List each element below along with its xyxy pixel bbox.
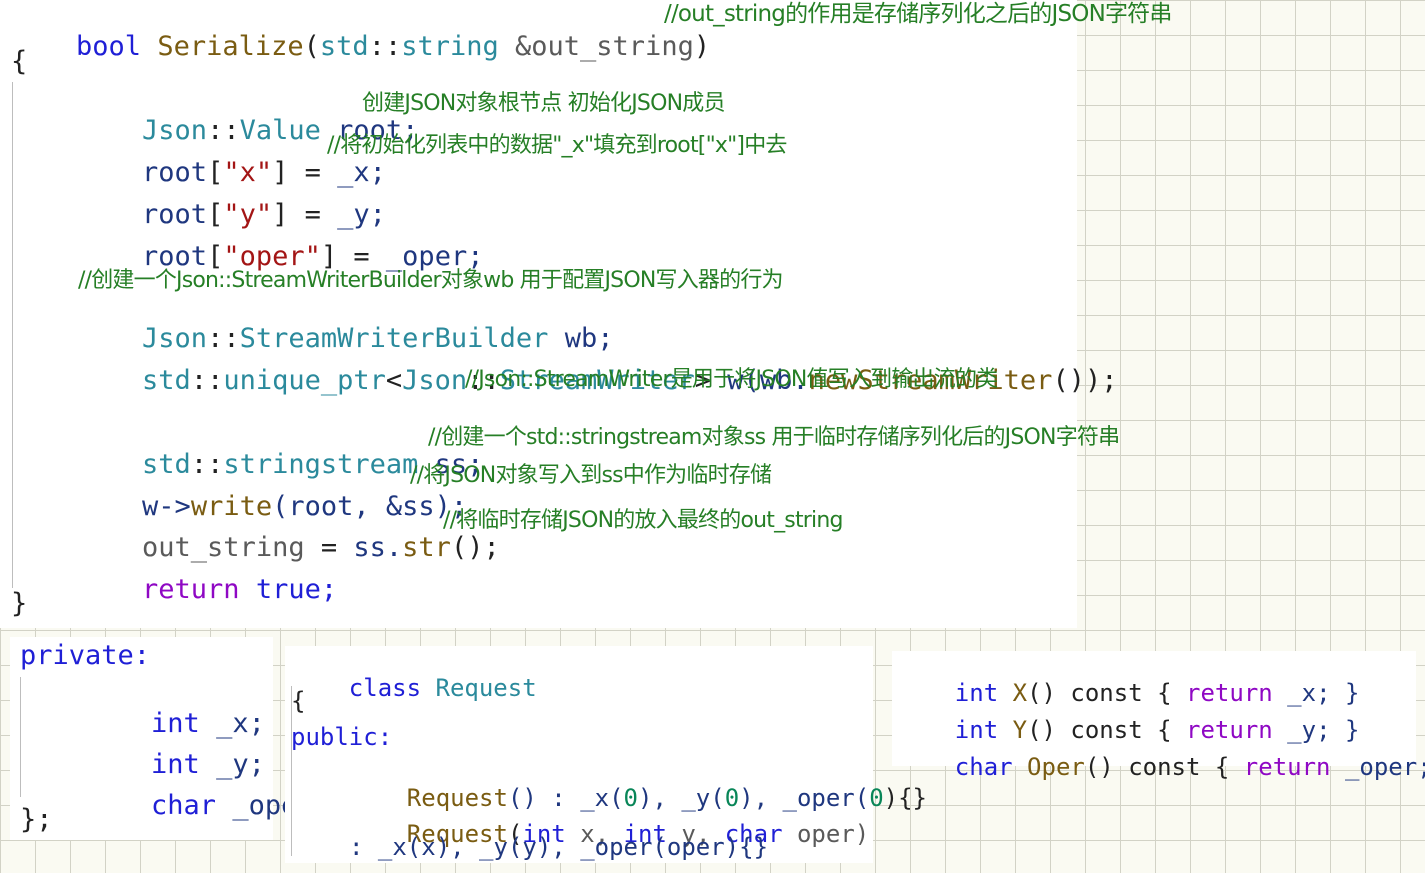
namespace: Json <box>402 365 468 396</box>
indent-guide <box>12 82 13 588</box>
open-brace: { <box>11 46 28 77</box>
number: 0 <box>869 784 884 812</box>
paren: ) <box>693 31 711 62</box>
method-name: str <box>402 532 451 563</box>
object: ss. <box>353 532 403 563</box>
keyword: class <box>348 674 422 702</box>
return-type: bool <box>76 31 142 62</box>
init-list: : _x(x), _y(y), _oper(oper){} <box>349 833 769 861</box>
signature-comment: //out_string的作用是存储序列化之后的JSON字符串 <box>664 1 1172 27</box>
type-keyword: char <box>954 753 1013 781</box>
stringstream-comment: //创建一个std::stringstream对象ss 用于临时存储序列化后的J… <box>428 425 1120 450</box>
serialize-code-panel: bool Serialize(std::string &out_string) … <box>0 0 1172 630</box>
paren: ( <box>303 31 320 62</box>
namespace: std <box>142 365 191 396</box>
access-specifier: private: <box>20 640 151 671</box>
getter-methods-panel: int X() const { return _x; } int Y() con… <box>892 651 1425 779</box>
private-members-panel: private: int _x; int _y; char _oper; }; <box>10 637 330 840</box>
signature: () const { <box>1084 753 1244 781</box>
code-line-return: return true; <box>77 549 337 630</box>
class-definition-panel: class Request { public: Request() : _x(0… <box>285 646 927 863</box>
class-name: Request <box>421 674 537 702</box>
param-name: &out_string <box>515 31 694 62</box>
class-header: class Request <box>291 652 537 724</box>
angle-bracket: < <box>385 365 403 396</box>
writer-comment: //Json::StreamWriter是用于将JSON值写入到输出流的类 <box>465 367 998 392</box>
keyword: return <box>1243 753 1331 781</box>
call-end: ()); <box>1052 365 1118 396</box>
access-specifier: public: <box>291 723 393 751</box>
call-end: (); <box>450 532 500 563</box>
function-name: Serialize <box>157 31 304 62</box>
body: _oper; } <box>1344 753 1425 781</box>
class-close: }; <box>20 804 53 835</box>
x-comment: //将初始化列表中的数据"_x"填充到root["x"]中去 <box>327 133 787 158</box>
function-signature: bool Serialize(std::string &out_string) <box>11 6 710 87</box>
keyword: return <box>142 574 240 605</box>
open-brace: { <box>291 687 306 715</box>
getter-oper: char Oper() const { return _oper; } <box>897 731 1425 803</box>
scope-op: :: <box>368 31 402 62</box>
namespace: std <box>319 31 369 62</box>
method-name: Oper <box>1012 753 1085 781</box>
type-name: unique_ptr <box>223 365 386 396</box>
out-comment: //将临时存储JSON的放入最终的out_string <box>443 508 843 533</box>
builder-comment: //创建一个Json::StreamWriterBuilder对象wb 用于配置… <box>78 268 784 293</box>
root-comment: 创建JSON对象根节点 初始化JSON成员 <box>362 91 725 116</box>
write-comment: //将JSON对象写入到ss中作为临时存储 <box>410 463 772 488</box>
type-keyword: char <box>151 790 217 821</box>
scope-op: :: <box>190 365 224 396</box>
type-name: string <box>401 31 499 62</box>
value: true; <box>239 574 338 605</box>
close-brace: } <box>11 588 28 619</box>
param: oper) <box>782 820 870 848</box>
indent-guide <box>20 677 21 797</box>
